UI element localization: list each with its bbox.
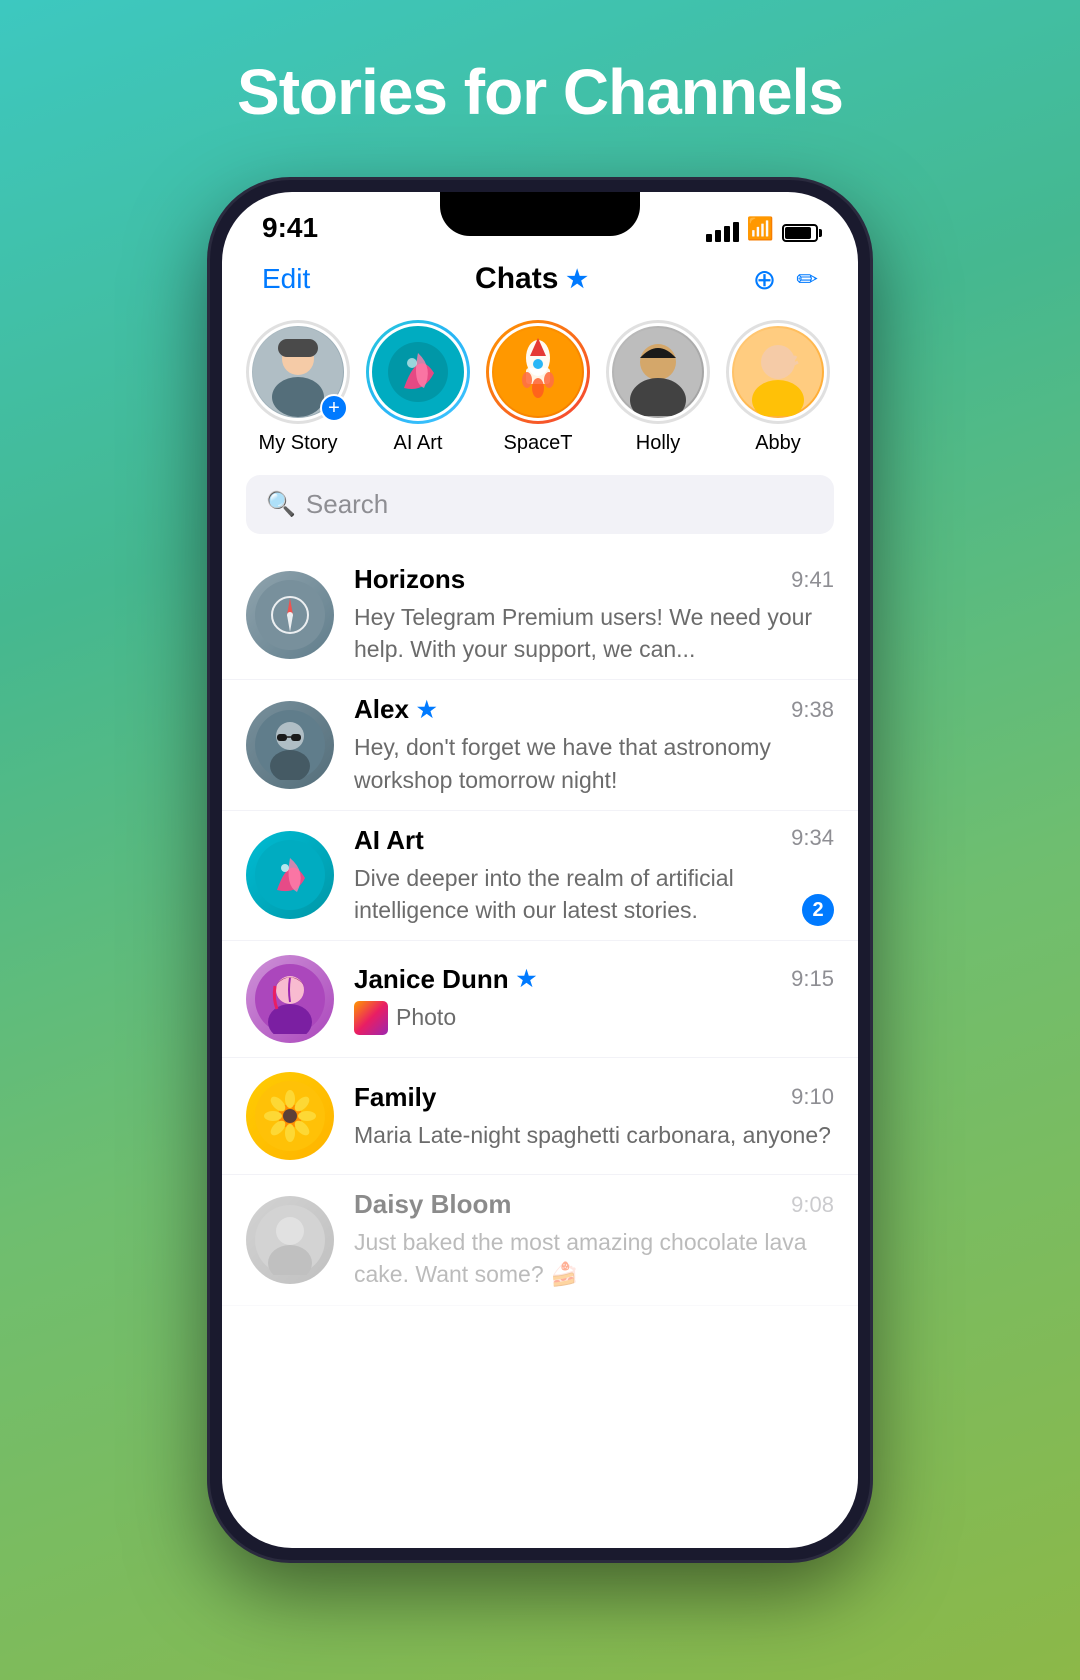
story-item-ai-art[interactable]: AI Art — [366, 320, 470, 455]
chat-item-ai-art[interactable]: AI Art 9:34 Dive deeper into the realm o… — [222, 811, 858, 941]
chat-time-alex: 9:38 — [791, 697, 834, 723]
photo-thumbnail — [354, 1001, 388, 1035]
phone-frame: 9:41 📶 Edit Chats ★ — [210, 180, 870, 1560]
story-label-spacet: SpaceT — [504, 432, 573, 455]
chat-name-janice-dunn: Janice Dunn ★ — [354, 964, 536, 995]
chat-item-janice-dunn[interactable]: Janice Dunn ★ 9:15 Photo — [222, 941, 858, 1058]
abby-avatar-img — [734, 328, 822, 416]
chat-avatar-horizons — [246, 571, 334, 659]
chat-name-family: Family — [354, 1082, 436, 1113]
signal-icon — [706, 222, 739, 242]
chat-time-horizons: 9:41 — [791, 567, 834, 593]
chat-name-daisy-bloom: Daisy Bloom — [354, 1189, 512, 1220]
story-label-holly: Holly — [636, 432, 680, 455]
ai-art-avatar-img — [374, 328, 462, 416]
chat-preview-janice-dunn: Photo — [354, 1001, 834, 1035]
chat-avatar-ai-art — [246, 831, 334, 919]
chat-name-ai-art: AI Art — [354, 825, 424, 856]
chat-preview-daisy-bloom: Just baked the most amazing chocolate la… — [354, 1226, 834, 1290]
chat-item-daisy-bloom[interactable]: Daisy Bloom 9:08 Just baked the most ama… — [222, 1175, 858, 1305]
spacet-avatar-img — [494, 328, 582, 416]
janice-star-icon: ★ — [517, 966, 537, 992]
story-label-abby: Abby — [755, 432, 801, 455]
search-bar[interactable]: 🔍 Search — [246, 475, 834, 534]
chat-body-ai-art: AI Art 9:34 Dive deeper into the realm o… — [354, 825, 834, 926]
wifi-icon: 📶 — [747, 216, 774, 242]
stories-row: + My Story — [222, 312, 858, 475]
chat-time-daisy-bloom: 9:08 — [791, 1192, 834, 1218]
chat-preview-ai-art: Dive deeper into the realm of artificial… — [354, 862, 802, 926]
chat-avatar-daisy-bloom — [246, 1196, 334, 1284]
story-avatar-ai-art[interactable] — [366, 320, 470, 424]
chat-preview-family: Maria Late-night spaghetti carbonara, an… — [354, 1119, 834, 1151]
search-placeholder: Search — [306, 489, 388, 520]
story-label-my-story: My Story — [259, 432, 338, 455]
nav-bar: Edit Chats ★ ⊕ ✏︎ — [222, 252, 858, 312]
chat-item-family[interactable]: Family 9:10 Maria Late-night spaghetti c… — [222, 1058, 858, 1175]
story-item-spacet[interactable]: SpaceT — [486, 320, 590, 455]
story-item-my-story[interactable]: + My Story — [246, 320, 350, 455]
battery-icon — [782, 224, 818, 242]
status-bar: 9:41 📶 — [222, 192, 858, 252]
nav-title: Chats ★ — [475, 262, 588, 296]
story-avatar-my-story[interactable]: + — [246, 320, 350, 424]
search-icon: 🔍 — [266, 490, 296, 519]
nav-actions: ⊕ ✏︎ — [753, 263, 818, 296]
chat-avatar-janice-dunn — [246, 955, 334, 1043]
chat-body-janice-dunn: Janice Dunn ★ 9:15 Photo — [354, 964, 834, 1035]
chat-preview-alex: Hey, don't forget we have that astronomy… — [354, 731, 834, 795]
story-item-holly[interactable]: Holly — [606, 320, 710, 455]
story-avatar-spacet[interactable] — [486, 320, 590, 424]
edit-button[interactable]: Edit — [262, 263, 310, 295]
phone-screen: 9:41 📶 Edit Chats ★ — [222, 192, 858, 1548]
chat-list: Horizons 9:41 Hey Telegram Premium users… — [222, 550, 858, 1306]
chat-time-ai-art: 9:34 — [791, 825, 834, 851]
chat-body-daisy-bloom: Daisy Bloom 9:08 Just baked the most ama… — [354, 1189, 834, 1290]
chat-body-alex: Alex ★ 9:38 Hey, don't forget we have th… — [354, 694, 834, 795]
chat-time-janice-dunn: 9:15 — [791, 966, 834, 992]
chat-name-horizons: Horizons — [354, 564, 465, 595]
nav-star-icon: ★ — [566, 265, 588, 294]
chat-item-alex[interactable]: Alex ★ 9:38 Hey, don't forget we have th… — [222, 680, 858, 810]
chat-body-family: Family 9:10 Maria Late-night spaghetti c… — [354, 1082, 834, 1151]
status-time: 9:41 — [262, 212, 318, 244]
chat-body-horizons: Horizons 9:41 Hey Telegram Premium users… — [354, 564, 834, 665]
story-avatar-abby[interactable] — [726, 320, 830, 424]
story-avatar-holly[interactable] — [606, 320, 710, 424]
page-title: Stories for Channels — [0, 55, 1080, 129]
chat-avatar-family — [246, 1072, 334, 1160]
add-story-button[interactable]: + — [320, 394, 348, 422]
story-item-abby[interactable]: Abby — [726, 320, 830, 455]
alex-star-icon: ★ — [417, 697, 437, 723]
status-icons: 📶 — [706, 216, 818, 244]
ai-art-badge: 2 — [802, 894, 834, 926]
holly-avatar-img — [614, 328, 702, 416]
chat-time-family: 9:10 — [791, 1084, 834, 1110]
chat-avatar-alex — [246, 701, 334, 789]
chat-name-alex: Alex ★ — [354, 694, 437, 725]
chat-preview-horizons: Hey Telegram Premium users! We need your… — [354, 601, 834, 665]
add-story-icon[interactable]: ⊕ — [753, 263, 776, 296]
story-label-ai-art: AI Art — [394, 432, 443, 455]
chat-item-horizons[interactable]: Horizons 9:41 Hey Telegram Premium users… — [222, 550, 858, 680]
compose-icon[interactable]: ✏︎ — [796, 264, 818, 295]
notch — [440, 192, 640, 236]
